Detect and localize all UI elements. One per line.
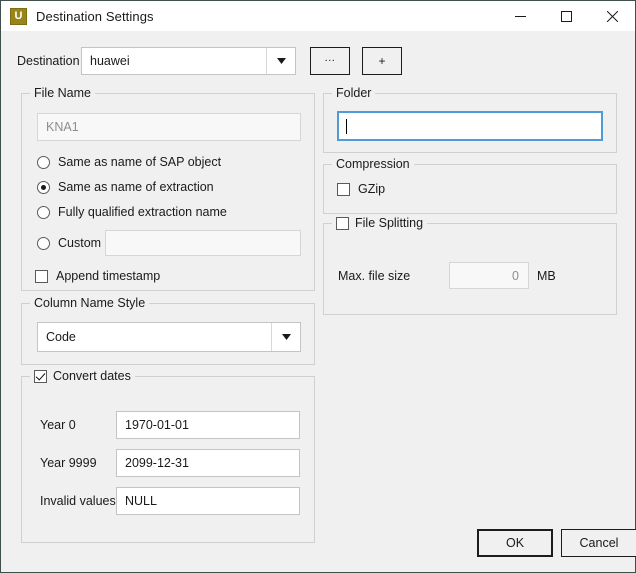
text-caret	[346, 118, 347, 134]
gzip-label: GZip	[358, 182, 386, 196]
radio-custom[interactable]: Custom	[37, 236, 101, 250]
ok-button[interactable]: OK	[477, 529, 553, 557]
radio-icon	[37, 236, 50, 250]
cancel-button[interactable]: Cancel	[561, 529, 636, 557]
add-destination-button[interactable]: +	[362, 47, 402, 75]
destination-combobox[interactable]: huawei	[81, 47, 296, 75]
file-name-preview-value: KNA1	[46, 120, 79, 134]
radio-label: Fully qualified extraction name	[58, 205, 227, 219]
radio-fully-qualified-name[interactable]: Fully qualified extraction name	[37, 205, 227, 219]
column-name-style-combobox[interactable]: Code	[37, 322, 301, 352]
minimize-button[interactable]	[497, 1, 543, 31]
max-file-size-label: Max. file size	[338, 269, 411, 283]
maximize-icon	[560, 10, 572, 22]
cancel-button-label: Cancel	[579, 536, 619, 550]
file-name-preview-input: KNA1	[37, 113, 301, 141]
year-0-label: Year 0	[40, 418, 76, 432]
year-9999-label: Year 9999	[40, 456, 97, 470]
browse-destination-button[interactable]: ...	[310, 47, 350, 75]
browse-button-label: ...	[324, 51, 336, 64]
append-timestamp-checkbox[interactable]: Append timestamp	[35, 269, 160, 283]
file-name-group-title: File Name	[30, 86, 95, 100]
close-icon	[606, 10, 618, 22]
add-button-label: +	[378, 54, 386, 68]
invalid-values-label: Invalid values	[40, 494, 116, 508]
compression-group-title: Compression	[332, 157, 414, 171]
window-controls	[497, 1, 635, 31]
column-name-style-value: Code	[46, 330, 76, 344]
destination-label: Destination	[17, 54, 80, 68]
close-button[interactable]	[589, 1, 635, 31]
year-0-input[interactable]: 1970-01-01	[116, 411, 300, 439]
destination-dropdown-button[interactable]	[266, 48, 295, 74]
folder-group-title: Folder	[332, 86, 376, 100]
convert-dates-group-title[interactable]: Convert dates	[30, 369, 135, 383]
convert-dates-label: Convert dates	[53, 369, 131, 383]
column-name-style-group-title: Column Name Style	[30, 296, 150, 310]
file-splitting-group: File Splitting Max. file size 0 MB	[323, 216, 617, 315]
destination-settings-dialog: U Destination Settings Destination huawe…	[0, 0, 636, 573]
app-icon: U	[10, 7, 27, 25]
destination-value: huawei	[90, 54, 130, 68]
invalid-values-value: NULL	[125, 494, 157, 508]
window-title: Destination Settings	[36, 8, 154, 24]
file-splitting-checkbox-icon[interactable]	[336, 216, 349, 230]
checkbox-icon	[337, 182, 350, 196]
chevron-down-icon	[281, 334, 291, 340]
radio-label: Custom	[58, 236, 102, 250]
file-name-group: File Name KNA1 Same as name of SAP objec…	[21, 86, 315, 291]
title-bar: U Destination Settings	[1, 1, 635, 31]
folder-group: Folder	[323, 86, 617, 153]
radio-selected-icon	[37, 180, 50, 194]
radio-same-as-sap-object[interactable]: Same as name of SAP object	[37, 155, 221, 169]
ok-button-label: OK	[505, 536, 525, 550]
file-splitting-group-title[interactable]: File Splitting	[332, 216, 428, 230]
gzip-checkbox[interactable]: GZip	[337, 182, 385, 196]
max-file-size-input: 0	[449, 262, 529, 289]
append-timestamp-label: Append timestamp	[56, 269, 161, 283]
compression-group: Compression GZip	[323, 157, 617, 214]
year-0-value: 1970-01-01	[125, 418, 189, 432]
year-9999-input[interactable]: 2099-12-31	[116, 449, 300, 477]
radio-label: Same as name of SAP object	[58, 155, 222, 169]
radio-icon	[37, 155, 50, 169]
destination-row: Destination huawei ... +	[17, 47, 402, 75]
radio-same-as-extraction[interactable]: Same as name of extraction	[37, 180, 214, 194]
folder-path-input[interactable]	[337, 111, 603, 141]
radio-label: Same as name of extraction	[58, 180, 214, 194]
invalid-values-input[interactable]: NULL	[116, 487, 300, 515]
column-name-style-dropdown-button[interactable]	[271, 323, 300, 351]
checkbox-icon	[35, 269, 48, 283]
minimize-icon	[514, 15, 526, 17]
custom-file-name-input[interactable]	[105, 230, 301, 256]
max-file-size-value: 0	[512, 268, 519, 283]
convert-dates-group: Convert dates Year 0 1970-01-01 Year 999…	[21, 369, 315, 543]
max-file-size-unit: MB	[537, 269, 556, 283]
chevron-down-icon	[276, 58, 286, 64]
year-9999-value: 2099-12-31	[125, 456, 189, 470]
column-name-style-group: Column Name Style Code	[21, 296, 315, 365]
radio-icon	[37, 205, 50, 219]
convert-dates-checkbox-icon[interactable]	[34, 369, 47, 383]
file-splitting-label: File Splitting	[355, 216, 424, 230]
dialog-body: Destination huawei ... + File Name KNA1	[1, 31, 636, 572]
maximize-button[interactable]	[543, 1, 589, 31]
